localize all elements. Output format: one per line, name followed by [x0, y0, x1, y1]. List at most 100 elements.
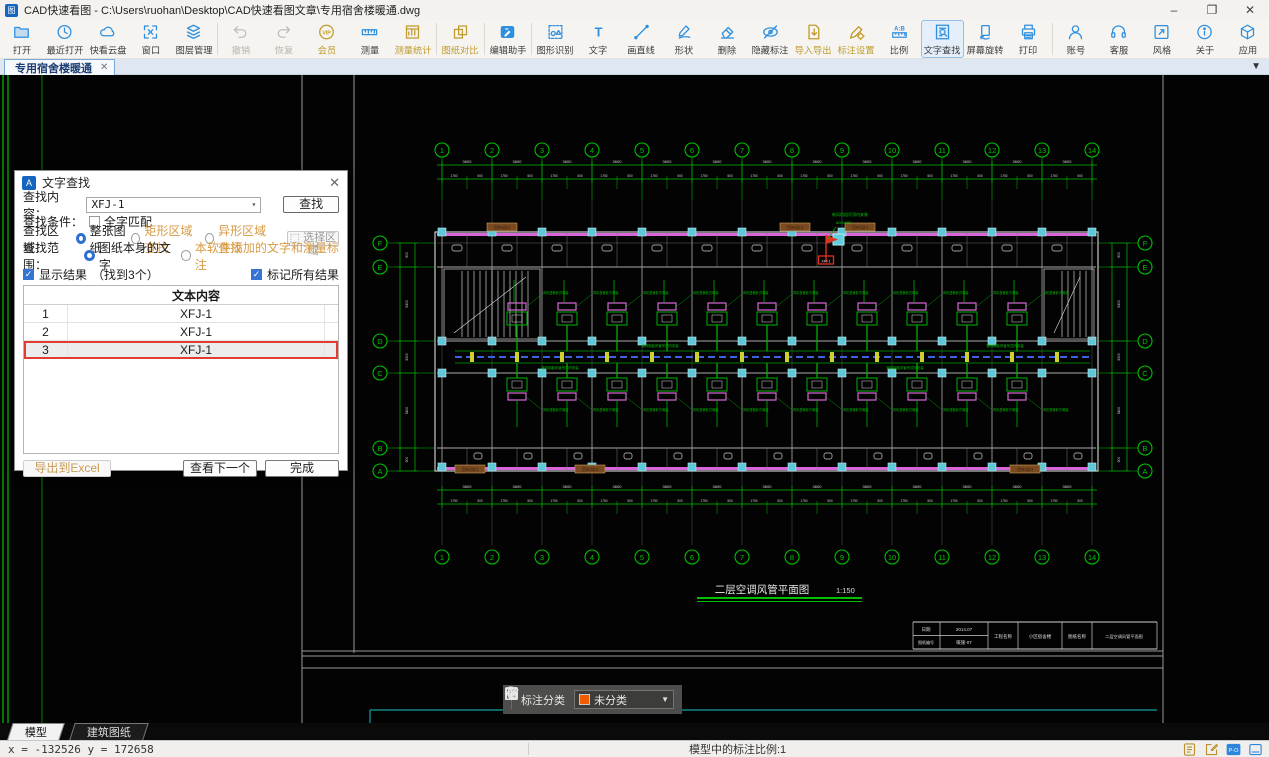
svg-text:500: 500	[1077, 174, 1083, 178]
edit-note-icon[interactable]	[1204, 742, 1219, 757]
pen-gear-icon	[847, 23, 866, 41]
toolbar-button-cloud[interactable]: 快看云盘	[86, 20, 129, 58]
tab-architectural[interactable]: 建筑图纸	[69, 723, 149, 740]
export-excel-button[interactable]: 导出到Excel	[23, 460, 111, 477]
svg-text:1750: 1750	[650, 174, 657, 178]
svg-text:XFJ-1: XFJ-1	[821, 260, 830, 264]
note-icon[interactable]	[1182, 742, 1197, 757]
tab-model[interactable]: 模型	[7, 723, 65, 740]
toolbar-button-rotate-screen[interactable]: 屏幕旋转	[964, 20, 1007, 58]
svg-text:3600: 3600	[913, 159, 923, 164]
svg-text:二层空调风管平面图: 二层空调风管平面图	[715, 583, 810, 596]
svg-text:3600: 3600	[1063, 484, 1073, 489]
toolbar-label-delete: 删除	[718, 43, 736, 57]
doc-tab-active[interactable]: 专用宿舍楼暖通 ✕	[4, 59, 115, 75]
result-row-1[interactable]: 1 XFJ-1	[24, 305, 338, 323]
found-count: （找到3个）	[92, 266, 159, 283]
drawing-canvas[interactable]: 3600 1750 500 3600 1750 500 3600 1750 500 3600 175…	[0, 75, 1269, 723]
toolbar-button-redo: 恢复	[262, 20, 305, 58]
cloud-icon	[98, 23, 117, 41]
minimize-button[interactable]: –	[1155, 0, 1193, 20]
line-icon	[632, 23, 651, 41]
toolbar-button-account[interactable]: 账号	[1054, 20, 1097, 58]
toolbar-button-hide-annotations[interactable]: 隐藏标注	[749, 20, 792, 58]
svg-text:3600: 3600	[963, 484, 973, 489]
find-button[interactable]: 查找	[283, 196, 339, 213]
import-export-icon	[804, 23, 823, 41]
toolbar-button-text[interactable]: T文字	[577, 20, 620, 58]
svg-text:P-O: P-O	[1229, 748, 1240, 754]
toolbar-button-print[interactable]: 打印	[1007, 20, 1050, 58]
svg-text:风机盘管卧式暗装: 风机盘管卧式暗装	[643, 407, 669, 412]
toolbar-button-recent-open[interactable]: 最近打开	[43, 20, 86, 58]
svg-text:A: A	[377, 467, 382, 476]
svg-text:风机盘管卧式暗装: 风机盘管卧式暗装	[693, 407, 719, 412]
svg-text:百叶风口: 百叶风口	[787, 224, 803, 230]
toolbar-button-drawing-compare[interactable]: 图纸对比	[439, 20, 482, 58]
toolbar-button-about[interactable]: 关于	[1183, 20, 1226, 58]
toolbar-button-layer-manager[interactable]: 图层管理	[172, 20, 215, 58]
svg-text:1750: 1750	[850, 174, 857, 178]
paste-annotation-icon[interactable]	[503, 685, 520, 702]
precision-badge-icon[interactable]: P-O	[1226, 742, 1241, 757]
svg-text:3600: 3600	[1063, 159, 1073, 164]
clock-icon	[55, 23, 74, 41]
toolbar-button-vip[interactable]: VIP会员	[305, 20, 348, 58]
toolbar-button-shape-recognition[interactable]: 图形识别	[534, 20, 577, 58]
mark-all-checkbox[interactable]: ✓	[251, 269, 262, 280]
toolbar-button-window[interactable]: 窗口	[129, 20, 172, 58]
document-tabstrip: 专用宿舍楼暖通 ✕ ▼	[0, 59, 1269, 75]
svg-text:500: 500	[1077, 499, 1083, 503]
svg-text:3600: 3600	[713, 484, 723, 489]
svg-text:10: 10	[888, 553, 896, 562]
maximize-button[interactable]: ❐	[1193, 0, 1231, 20]
toolbar-button-edit-assistant[interactable]: 编辑助手	[486, 20, 529, 58]
close-button[interactable]: ✕	[1231, 0, 1269, 20]
tabstrip-caret-icon[interactable]: ▼	[1251, 61, 1261, 72]
toolbar-button-measure[interactable]: 测量	[348, 20, 391, 58]
toolbar-button-text-search[interactable]: 文字查找	[921, 20, 964, 58]
toolbar-label-scale: 比例	[890, 43, 908, 57]
toolbar-label-account: 账号	[1066, 43, 1084, 57]
result-row-2[interactable]: 2 XFJ-1	[24, 323, 338, 341]
search-content-combobox[interactable]: XFJ-1 ▾	[86, 197, 261, 213]
range-software-radio[interactable]	[181, 250, 191, 261]
view-next-button[interactable]: 查看下一个	[183, 460, 257, 477]
toolbar-label-text: 文字	[589, 43, 607, 57]
toolbar-button-delete[interactable]: 删除	[706, 20, 749, 58]
svg-text:3600: 3600	[563, 159, 573, 164]
toolbar-button-draw-line[interactable]: 画直线	[620, 20, 663, 58]
toolbar-button-annotation-settings[interactable]: 标注设置	[835, 20, 878, 58]
toolbar-button-apps[interactable]: 应用	[1226, 20, 1269, 58]
toolbar-button-import-export[interactable]: 导入导出	[792, 20, 835, 58]
svg-text:风机盘管卧式暗装: 风机盘管卧式暗装	[893, 290, 919, 295]
show-results-label: 显示结果	[39, 266, 87, 283]
toolbar-label-edit-assistant: 编辑助手	[489, 43, 526, 57]
svg-text:B: B	[1142, 444, 1147, 453]
svg-text:1750: 1750	[1000, 499, 1007, 503]
svg-text:1750: 1750	[450, 499, 457, 503]
svg-text:500: 500	[477, 499, 483, 503]
svg-text:1750: 1750	[700, 499, 707, 503]
show-results-checkbox[interactable]: ✓	[23, 269, 34, 280]
plan-title: 二层空调风管平面图1:150	[697, 583, 862, 602]
annotation-class-dropdown[interactable]: 未分类 ▼	[574, 690, 674, 709]
toolbar-button-scale[interactable]: A:B比例	[878, 20, 921, 58]
toolbar-button-style[interactable]: 风格	[1140, 20, 1183, 58]
svg-text:500: 500	[977, 174, 983, 178]
undo-icon	[231, 23, 250, 41]
main-toolbar: 打开最近打开快看云盘窗口图层管理撤销恢复VIP会员测量测量统计图纸对比编辑助手图…	[0, 20, 1269, 59]
toolbar-button-measure-stats[interactable]: 测量统计	[391, 20, 434, 58]
dialog-close-icon[interactable]: ✕	[329, 175, 340, 191]
doc-tab-close-icon[interactable]: ✕	[100, 62, 108, 73]
range-drawing-radio[interactable]	[84, 250, 95, 261]
done-button[interactable]: 完成	[265, 460, 339, 477]
panel-toggle-icon[interactable]	[1248, 742, 1263, 757]
result-row-3[interactable]: 3 XFJ-1	[24, 341, 338, 359]
svg-text:风机盘管卧式暗装: 风机盘管卧式暗装	[943, 290, 969, 295]
svg-text:500: 500	[527, 499, 533, 503]
toolbar-button-support[interactable]: 客服	[1097, 20, 1140, 58]
toolbar-button-shapes[interactable]: 形状	[663, 20, 706, 58]
toolbar-button-open[interactable]: 打开	[0, 20, 43, 58]
svg-text:1750: 1750	[1000, 174, 1007, 178]
